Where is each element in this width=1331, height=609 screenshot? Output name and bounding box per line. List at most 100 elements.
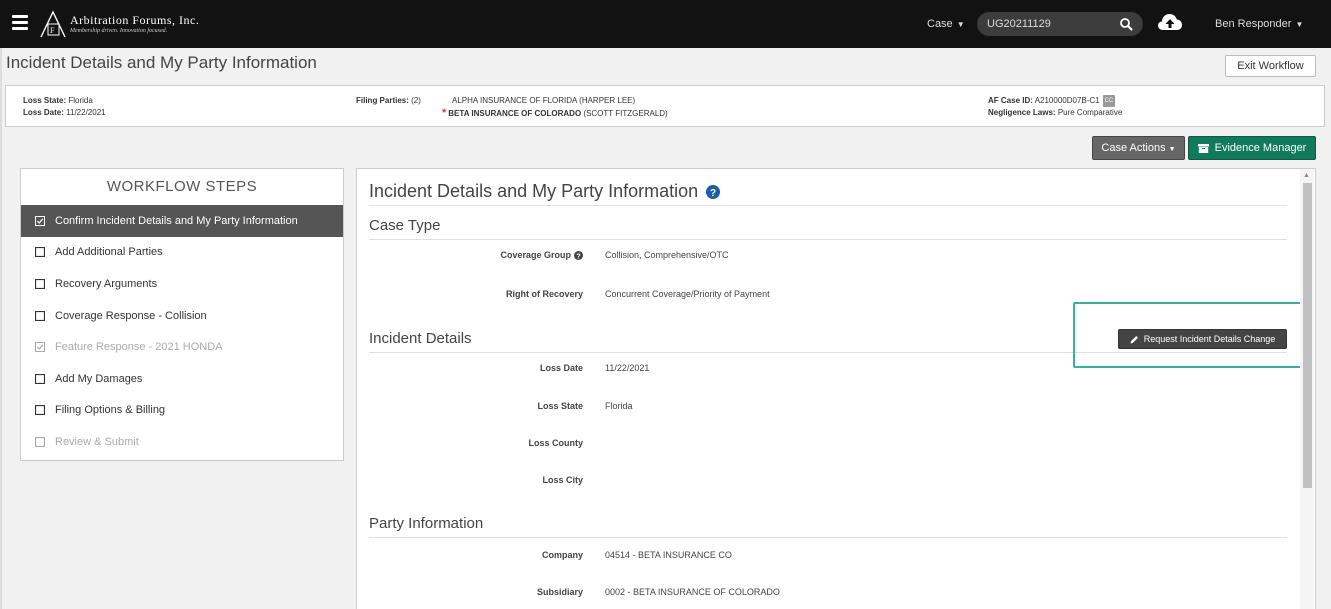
divider xyxy=(369,205,1287,206)
loss-date-value: 11/22/2021 xyxy=(66,108,106,117)
main-panel-scrollbar[interactable]: ▲ xyxy=(1300,169,1314,609)
workflow-step-confirm-incident[interactable]: Confirm Incident Details and My Party In… xyxy=(21,205,343,237)
party-contact: (HARPER LEE) xyxy=(579,96,636,105)
workflow-step-recovery-arguments[interactable]: Recovery Arguments xyxy=(21,268,343,300)
workflow-step-label: Recovery Arguments xyxy=(55,277,158,290)
left-edge-divider xyxy=(0,48,2,609)
workflow-step-add-damages[interactable]: Add My Damages xyxy=(21,363,343,395)
negligence-label: Negligence Laws: xyxy=(988,108,1056,118)
search-icon[interactable] xyxy=(1119,17,1133,31)
af-logo-icon: F xyxy=(40,10,66,38)
workflow-step-label: Add Additional Parties xyxy=(55,246,163,259)
main-content-panel: Incident Details and My Party Informatio… xyxy=(356,168,1316,609)
subsidiary-value: 0002 - BETA INSURANCE OF COLORADO xyxy=(605,587,780,597)
evidence-manager-button[interactable]: Evidence Manager xyxy=(1188,136,1316,160)
case-info-bar: Loss State: Florida Loss Date: 11/22/202… xyxy=(5,85,1325,127)
checkbox-icon xyxy=(35,405,45,416)
app-logo[interactable]: F Arbitration Forums, Inc. Membership dr… xyxy=(38,8,199,40)
scroll-up-arrow-icon[interactable]: ▲ xyxy=(1303,172,1310,179)
coverage-group-label-text: Coverage Group xyxy=(500,250,571,260)
workflow-step-label: Review & Submit xyxy=(55,435,139,448)
checkbox-checked-icon xyxy=(35,215,45,226)
filing-parties-label: Filing Parties: xyxy=(356,96,409,105)
svg-text:F: F xyxy=(50,26,55,35)
workflow-title: WORKFLOW STEPS xyxy=(106,178,258,195)
filing-party-item: * BETA INSURANCE OF COLORADO (SCOTT FITZG… xyxy=(442,107,668,120)
pencil-icon xyxy=(1130,335,1138,343)
filing-parties: Filing Parties: (2) ALPHA INSURANCE OF F… xyxy=(356,95,668,119)
company-label: Company xyxy=(541,550,583,560)
main-heading-text: Incident Details and My Party Informatio… xyxy=(369,181,699,201)
workflow-step-filing-options[interactable]: Filing Options & Billing xyxy=(21,395,343,427)
user-menu-dropdown[interactable]: Ben Responder ▼ xyxy=(1215,18,1303,30)
loss-state-label: Loss State xyxy=(537,401,583,411)
help-icon[interactable]: ? xyxy=(574,250,583,260)
case-actions-button[interactable]: Case Actions ▼ xyxy=(1092,136,1185,160)
scrollbar-thumb[interactable] xyxy=(1303,183,1312,488)
case-id-label: AF Case ID: xyxy=(988,96,1033,106)
loss-county-label: Loss County xyxy=(528,438,583,448)
divider xyxy=(369,239,1287,240)
case-type-heading: Case Type xyxy=(369,217,441,234)
logo-tagline: Membership driven. Innovation focused. xyxy=(70,28,168,34)
subsidiary-label: Subsidiary xyxy=(536,587,583,597)
user-name: Ben Responder xyxy=(1215,18,1292,30)
company-value: 04514 - BETA INSURANCE CO xyxy=(605,550,732,560)
loss-city-label: Loss City xyxy=(542,475,583,485)
filing-parties-count: (2) xyxy=(411,96,421,105)
main-heading: Incident Details and My Party Informatio… xyxy=(369,181,721,202)
workflow-step-coverage-response[interactable]: Coverage Response - Collision xyxy=(21,300,343,332)
incident-details-heading: Incident Details xyxy=(369,330,472,347)
filing-party-item: ALPHA INSURANCE OF FLORIDA (HARPER LEE) xyxy=(452,95,668,107)
case-id-info: AF Case ID: A210000D07B-C1 CC Negligence … xyxy=(988,95,1122,119)
case-search-box xyxy=(977,12,1143,36)
loss-date-value: 11/22/2021 xyxy=(605,363,650,373)
cloud-upload-icon[interactable] xyxy=(1157,11,1183,33)
cc-badge[interactable]: CC xyxy=(1102,95,1116,107)
exit-workflow-button[interactable]: Exit Workflow xyxy=(1225,55,1316,77)
workflow-step-review-submit: Review & Submit xyxy=(21,426,343,458)
coverage-group-label: Coverage Group ? xyxy=(357,250,583,260)
top-nav-bar: F Arbitration Forums, Inc. Membership dr… xyxy=(0,0,1331,48)
workflow-step-label: Confirm Incident Details and My Party In… xyxy=(55,214,298,227)
menu-icon[interactable] xyxy=(12,15,28,30)
case-id-value: A210000D07B-C1 xyxy=(1034,96,1100,106)
svg-text:?: ? xyxy=(576,253,580,260)
loss-state-value: Florida xyxy=(68,96,93,105)
workflow-step-label: Filing Options & Billing xyxy=(55,404,166,417)
case-search-type-dropdown[interactable]: Case ▼ xyxy=(927,18,965,30)
right-of-recovery-value: Concurrent Coverage/Priority of Payment xyxy=(605,289,770,299)
checkbox-icon xyxy=(35,436,45,447)
case-search-input[interactable] xyxy=(987,17,1117,31)
help-icon[interactable]: ? xyxy=(706,184,721,199)
workflow-step-add-parties[interactable]: Add Additional Parties xyxy=(21,237,343,269)
coverage-group-value: Collision, Comprehensive/OTC xyxy=(605,250,729,260)
loss-state-label: Loss State: xyxy=(23,96,67,105)
case-actions-label: Case Actions xyxy=(1101,142,1166,154)
caret-down-icon: ▼ xyxy=(1168,146,1176,153)
party-name: ALPHA INSURANCE OF FLORIDA xyxy=(452,96,577,105)
evidence-manager-label: Evidence Manager xyxy=(1214,142,1307,154)
request-incident-details-change-button[interactable]: Request Incident Details Change xyxy=(1118,329,1287,349)
loss-date-label: Loss Date: xyxy=(23,108,64,117)
request-change-area: Request Incident Details Change xyxy=(921,329,1287,359)
checkbox-icon xyxy=(35,247,45,258)
caret-down-icon: ▼ xyxy=(1295,20,1304,29)
workflow-step-label: Add My Damages xyxy=(55,372,143,385)
case-dropdown-label: Case xyxy=(927,18,953,30)
right-of-recovery-label: Right of Recovery xyxy=(505,289,583,299)
loss-state-value: Florida xyxy=(605,401,633,411)
workflow-steps-panel: WORKFLOW STEPS Confirm Incident Details … xyxy=(20,168,344,461)
request-change-label: Request Incident Details Change xyxy=(1143,334,1276,344)
checkbox-icon xyxy=(35,373,45,384)
party-contact: (SCOTT FITZGERALD) xyxy=(583,109,668,118)
svg-text:?: ? xyxy=(710,187,716,198)
checkbox-icon xyxy=(35,310,45,321)
filing-parties-list: ALPHA INSURANCE OF FLORIDA (HARPER LEE) … xyxy=(442,95,668,120)
required-marker: * xyxy=(442,107,447,119)
archive-box-icon xyxy=(1197,143,1209,153)
party-name: BETA INSURANCE OF COLORADO xyxy=(448,109,582,118)
page-title: Incident Details and My Party Informatio… xyxy=(6,53,317,72)
loss-date-label: Loss Date xyxy=(539,363,583,373)
negligence-value: Pure Comparative xyxy=(1057,108,1123,118)
